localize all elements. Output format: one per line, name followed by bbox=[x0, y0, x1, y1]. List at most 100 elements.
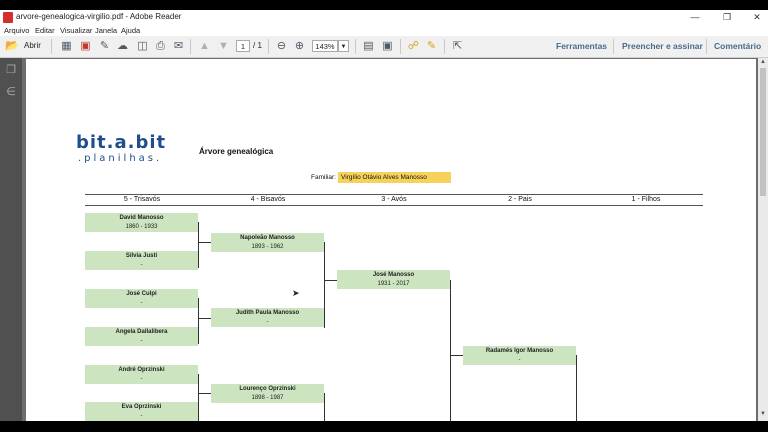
brand-logo-subtitle: .planilhas. bbox=[78, 153, 163, 164]
person-david-manosso: David Manosso 1860 - 1933 bbox=[85, 213, 198, 232]
person-name: David Manosso bbox=[119, 215, 164, 221]
letterbox-top bbox=[0, 0, 768, 10]
save-icon[interactable]: ◫ bbox=[136, 40, 149, 53]
window-title: arvore-genealogica-virgilio.pdf - Adobe … bbox=[16, 12, 182, 21]
person-dates: - bbox=[140, 338, 143, 344]
vertical-scrollbar[interactable]: ▲ ▼ bbox=[758, 58, 768, 421]
folder-open-icon[interactable]: 📂 bbox=[5, 40, 19, 53]
person-dates: 1860 - 1933 bbox=[125, 224, 158, 230]
email-icon[interactable]: ✉ bbox=[172, 40, 185, 53]
zoom-dropdown-chevron-down-icon[interactable]: ▼ bbox=[338, 40, 349, 52]
zoom-in-icon[interactable]: ⊕ bbox=[293, 40, 306, 53]
pdf-file-icon[interactable]: ▣ bbox=[79, 40, 92, 53]
letterbox-bottom bbox=[0, 421, 768, 432]
page-total: / 1 bbox=[253, 41, 262, 50]
fit-page-icon[interactable]: ▤ bbox=[362, 40, 375, 53]
restore-button[interactable]: ❐ bbox=[716, 11, 738, 24]
comment-bubble-icon[interactable]: ☍ bbox=[407, 40, 420, 53]
connector-line bbox=[324, 393, 325, 421]
scrollbar-thumb[interactable] bbox=[760, 68, 766, 196]
menu-bar: Arquivo Editar Visualizar Janela Ajuda bbox=[0, 25, 768, 36]
person-name: Silvia Justi bbox=[125, 253, 158, 259]
person-name: José Culpi bbox=[126, 291, 157, 297]
person-name: André Oprzinski bbox=[118, 367, 165, 373]
toolbar-separator bbox=[400, 39, 401, 54]
person-radames-igor-manosso: Radamés Igor Manosso - bbox=[463, 346, 576, 365]
person-name: Angela Dallalibera bbox=[115, 329, 168, 335]
connector-line bbox=[576, 355, 577, 421]
toolbar-separator bbox=[706, 39, 707, 54]
zoom-input[interactable]: 143% bbox=[312, 40, 338, 52]
scroll-down-icon[interactable]: ▼ bbox=[759, 411, 767, 417]
person-judith-paula-manosso: Judith Paula Manosso - bbox=[211, 308, 324, 327]
familiar-value: Virgílio Otávio Alves Manosso bbox=[338, 172, 451, 183]
menu-arquivo[interactable]: Arquivo bbox=[4, 26, 29, 35]
person-lourenco-oprzinski: Lourenço Oprzinski 1898 - 1987 bbox=[211, 384, 324, 403]
attachments-paperclip-icon[interactable]: ∈ bbox=[5, 86, 17, 98]
scroll-up-icon[interactable]: ▲ bbox=[759, 59, 767, 65]
highlight-icon[interactable]: ✎ bbox=[425, 40, 438, 53]
person-napoleao-manosso: Napoleão Manosso 1893 - 1962 bbox=[211, 233, 324, 252]
menu-ajuda[interactable]: Ajuda bbox=[121, 26, 140, 35]
pdf-app-icon bbox=[3, 12, 13, 23]
toolbar-separator bbox=[613, 39, 614, 54]
page-thumbnails-icon[interactable]: ❐ bbox=[5, 64, 17, 76]
toolbar-separator bbox=[51, 39, 52, 54]
person-name: Eva Oprzinski bbox=[121, 404, 162, 410]
title-bar: arvore-genealogica-virgilio.pdf - Adobe … bbox=[0, 10, 768, 25]
column-header-bisavos: 4 - Bisavós bbox=[250, 196, 286, 203]
person-name: Radamés Igor Manosso bbox=[485, 348, 554, 354]
menu-janela[interactable]: Janela bbox=[95, 26, 117, 35]
connector-line bbox=[324, 242, 325, 328]
connector-line bbox=[198, 318, 211, 319]
toolbar-separator bbox=[444, 39, 445, 54]
fill-and-sign-link[interactable]: Preencher e assinar bbox=[622, 41, 703, 51]
connector-line bbox=[198, 393, 211, 394]
person-dates: - bbox=[140, 376, 143, 382]
person-dates: - bbox=[140, 300, 143, 306]
person-angela-dallalibera: Angela Dallalibera - bbox=[85, 327, 198, 346]
full-screen-icon[interactable]: ▣ bbox=[381, 40, 394, 53]
previous-page-icon[interactable]: ▲ bbox=[198, 40, 211, 53]
print-icon[interactable]: ⎙ bbox=[154, 40, 167, 53]
person-dates: 1931 - 2017 bbox=[377, 281, 410, 287]
person-dates: - bbox=[140, 413, 143, 419]
person-silvia-justi: Silvia Justi - bbox=[85, 251, 198, 270]
person-name: Judith Paula Manosso bbox=[235, 310, 300, 316]
column-header-filhos: 1 - Filhos bbox=[631, 196, 661, 203]
person-jose-culpi: José Culpi - bbox=[85, 289, 198, 308]
connector-line bbox=[450, 280, 451, 421]
next-page-icon[interactable]: ▼ bbox=[217, 40, 230, 53]
page-number-input[interactable]: 1 bbox=[236, 40, 250, 52]
person-eva-oprzinski: Eva Oprzinski - bbox=[85, 402, 198, 421]
mouse-pointer-icon: ➤ bbox=[292, 288, 300, 298]
close-button[interactable]: ✕ bbox=[746, 11, 768, 24]
document-title: Árvore genealógica bbox=[199, 147, 274, 156]
comment-link[interactable]: Comentário bbox=[714, 41, 761, 51]
menu-visualizar[interactable]: Visualizar bbox=[60, 26, 92, 35]
cloud-upload-icon[interactable]: ☁ bbox=[116, 40, 129, 53]
person-jose-manosso: José Manosso 1931 - 2017 bbox=[337, 270, 450, 289]
edit-icon[interactable]: ✎ bbox=[98, 40, 111, 53]
person-name: Napoleão Manosso bbox=[240, 235, 295, 241]
person-name: Lourenço Oprzinski bbox=[239, 386, 296, 392]
person-dates: - bbox=[518, 357, 521, 363]
create-pdf-icon[interactable]: ▦ bbox=[60, 40, 73, 53]
toolbar-separator bbox=[268, 39, 269, 54]
person-dates: - bbox=[140, 262, 143, 268]
tools-link[interactable]: Ferramentas bbox=[556, 41, 607, 51]
expand-icon[interactable]: ⇱ bbox=[451, 40, 464, 53]
header-rule-bottom bbox=[85, 205, 703, 206]
person-dates: - bbox=[266, 319, 269, 325]
open-button[interactable]: Abrir bbox=[24, 41, 41, 50]
connector-line bbox=[198, 242, 211, 243]
connector-line bbox=[198, 298, 199, 344]
minimize-button[interactable]: — bbox=[684, 11, 706, 24]
menu-editar[interactable]: Editar bbox=[35, 26, 55, 35]
navigation-pane: ❐ ∈ bbox=[0, 58, 22, 421]
toolbar-separator bbox=[190, 39, 191, 54]
zoom-out-icon[interactable]: ⊖ bbox=[275, 40, 288, 53]
connector-line bbox=[198, 222, 199, 268]
connector-line bbox=[450, 355, 463, 356]
toolbar: 📂 Abrir ▦ ▣ ✎ ☁ ◫ ⎙ ✉ ▲ ▼ 1 / 1 ⊖ ⊕ 143%… bbox=[0, 36, 768, 58]
